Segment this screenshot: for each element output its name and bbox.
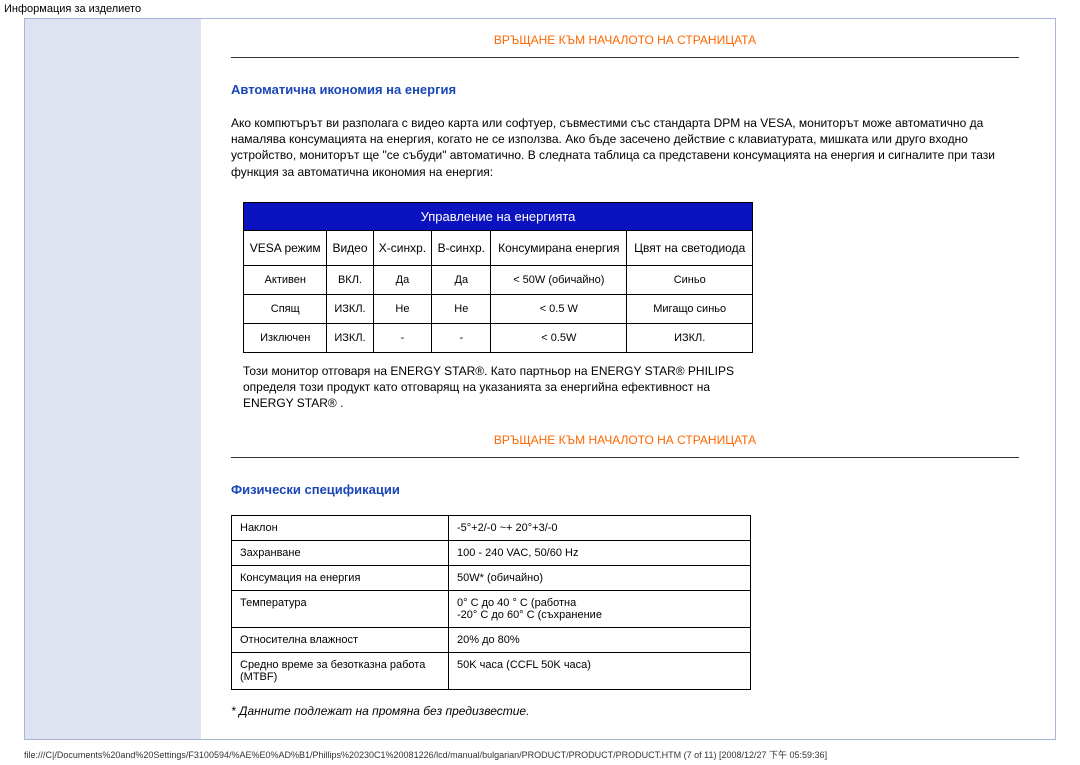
- back-to-top-link-1[interactable]: ВРЪЩАНЕ КЪМ НАЧАЛОТО НА СТРАНИЦАТА: [231, 33, 1019, 47]
- energy-heading: Автоматична икономия на енергия: [231, 82, 1019, 97]
- back-to-top-label: ВРЪЩАНЕ КЪМ НАЧАЛОТО НА СТРАНИЦАТА: [494, 33, 756, 47]
- divider: [231, 457, 1019, 458]
- back-to-top-label: ВРЪЩАНЕ КЪМ НАЧАЛОТО НА СТРАНИЦАТА: [494, 433, 756, 447]
- back-to-top-link-2[interactable]: ВРЪЩАНЕ КЪМ НАЧАЛОТО НА СТРАНИЦАТА: [231, 433, 1019, 447]
- table-row: Наклон -5°+2/-0 ~+ 20°+3/-0: [232, 516, 751, 541]
- table-row: Спящ ИЗКЛ. Не Не < 0.5 W Мигащо синьо: [244, 294, 753, 323]
- page-header: Информация за изделието: [0, 0, 1080, 18]
- divider: [231, 57, 1019, 58]
- physical-spec-table: Наклон -5°+2/-0 ~+ 20°+3/-0 Захранване 1…: [231, 515, 751, 690]
- footer-url: file:///C|/Documents%20and%20Settings/F3…: [24, 748, 1056, 761]
- table-row: Консумация на енергия 50W* (обичайно): [232, 566, 751, 591]
- col-power: Консумирана енергия: [491, 230, 627, 265]
- table-row: Температура 0° C до 40 ° C (работна-20° …: [232, 591, 751, 628]
- table-row: Средно време за безотказна работа (MTBF)…: [232, 653, 751, 690]
- energy-paragraph: Ако компютърът ви разполага с видео карт…: [231, 115, 1011, 180]
- content-page: ВРЪЩАНЕ КЪМ НАЧАЛОТО НА СТРАНИЦАТА Автом…: [201, 19, 1055, 739]
- physical-footnote: * Данните подлежат на промяна без предиз…: [231, 704, 1019, 718]
- physical-heading: Физически спецификации: [231, 482, 1019, 497]
- energy-table-header-row: VESA режим Видео Х-синхр. В-синхр. Консу…: [244, 230, 753, 265]
- table-row: Изключен ИЗКЛ. - - < 0.5W ИЗКЛ.: [244, 323, 753, 352]
- col-video: Видео: [327, 230, 373, 265]
- col-hsync: Х-синхр.: [373, 230, 432, 265]
- energy-table-caption: Управление на енергията: [244, 202, 753, 230]
- table-row: Относителна влажност 20% до 80%: [232, 628, 751, 653]
- energy-star-note: Този монитор отговаря на ENERGY STAR®. К…: [243, 363, 743, 412]
- table-row: Активен ВКЛ. Да Да < 50W (обичайно) Синь…: [244, 265, 753, 294]
- col-vsync: В-синхр.: [432, 230, 491, 265]
- table-row: Захранване 100 - 240 VAC, 50/60 Hz: [232, 541, 751, 566]
- col-vesa: VESA режим: [244, 230, 327, 265]
- energy-table: Управление на енергията VESA режим Видео…: [243, 202, 753, 353]
- col-led: Цвят на светодиода: [627, 230, 753, 265]
- content-frame: ВРЪЩАНЕ КЪМ НАЧАЛОТО НА СТРАНИЦАТА Автом…: [24, 18, 1056, 740]
